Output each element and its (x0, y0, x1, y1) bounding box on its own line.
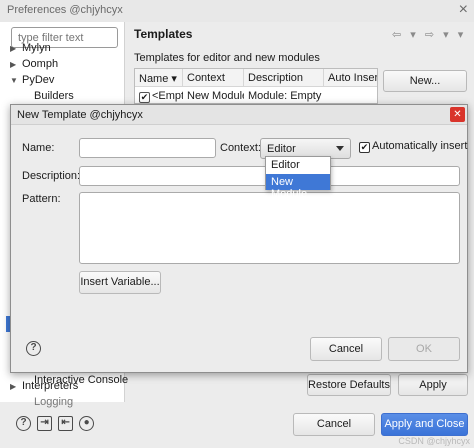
context-option-editor[interactable]: Editor (266, 157, 330, 173)
row-checkbox[interactable]: ✔ (139, 92, 150, 103)
expand-arrow-icon[interactable]: ▶ (10, 60, 22, 69)
export-icon[interactable]: ⇤ (58, 416, 74, 431)
help-icon[interactable]: ? (16, 416, 31, 431)
bottom-icon-bar: ? ⇥ ⇤ ● (16, 416, 97, 431)
tree-item-builders[interactable]: Builders (34, 90, 74, 102)
table-row[interactable]: ✔<Empty (135, 88, 183, 103)
checkbox-checked-icon[interactable]: ✔ (359, 142, 370, 153)
import-icon[interactable]: ⇥ (37, 416, 53, 431)
section-description: Templates for editor and new modules (134, 52, 320, 64)
preferences-window-title: Preferences @chjyhcyx (0, 0, 474, 22)
table-cell-context: New Module (187, 90, 244, 102)
pattern-textarea[interactable] (79, 192, 460, 264)
chevron-down-icon (336, 146, 344, 151)
tree-item-logging[interactable]: Logging (34, 396, 73, 408)
dialog-title: New Template @chjyhcyx (11, 105, 467, 125)
help-icon[interactable]: ? (26, 341, 41, 356)
templates-table[interactable]: Name ▾ Context Description Auto Inser ✔ <… (134, 68, 378, 104)
dialog-cancel-button[interactable]: Cancel (310, 337, 382, 361)
apply-and-close-button[interactable]: Apply and Close (381, 413, 468, 436)
expand-arrow-icon[interactable]: ▶ (10, 382, 22, 391)
table-cell-description: Module: Empty (248, 90, 322, 102)
column-header-description[interactable]: Description (244, 69, 324, 87)
context-label: Context: (220, 142, 261, 154)
tree-item-interpreters[interactable]: ▶ Interpreters (10, 380, 78, 392)
dialog-ok-button[interactable]: OK (388, 337, 460, 361)
tree-item-mylyn[interactable]: ▶ Mylyn (10, 42, 51, 54)
tree-item-pydev[interactable]: ▼ PyDev (10, 74, 54, 86)
record-icon[interactable]: ● (79, 416, 95, 431)
watermark-text: CSDN @chjyhcyx (398, 436, 470, 446)
apply-button[interactable]: Apply (398, 374, 468, 396)
tree-item-oomph[interactable]: ▶ Oomph (10, 58, 58, 70)
dialog-close-icon[interactable]: ✕ (450, 107, 465, 122)
name-label: Name: (22, 142, 55, 154)
column-header-name[interactable]: Name ▾ (135, 69, 183, 87)
new-template-dialog: New Template @chjyhcyx ✕ Name: Context: … (10, 104, 468, 373)
pattern-label: Pattern: (22, 193, 61, 205)
new-template-button[interactable]: New... (383, 70, 467, 92)
name-field[interactable] (79, 138, 216, 158)
context-dropdown-menu: Editor New Module (265, 156, 331, 200)
collapse-arrow-icon[interactable]: ▼ (10, 76, 22, 85)
column-header-context[interactable]: Context (183, 69, 244, 87)
context-option-new-module[interactable]: New Module (266, 174, 330, 200)
preferences-close-button[interactable]: × (459, 2, 468, 18)
restore-defaults-button[interactable]: Restore Defaults (307, 374, 391, 396)
navigation-arrows-icon[interactable]: ⇦ ▾ ⇨ ▾ ▾ (392, 28, 466, 41)
section-title: Templates (134, 27, 193, 41)
auto-insert-checkbox[interactable]: ✔ Automatically insert (359, 140, 467, 153)
expand-arrow-icon[interactable]: ▶ (10, 44, 22, 53)
cancel-button[interactable]: Cancel (293, 413, 375, 436)
description-label: Description: (22, 170, 81, 182)
column-header-auto-insert[interactable]: Auto Inser (324, 69, 377, 87)
insert-variable-button[interactable]: Insert Variable... (79, 271, 161, 294)
